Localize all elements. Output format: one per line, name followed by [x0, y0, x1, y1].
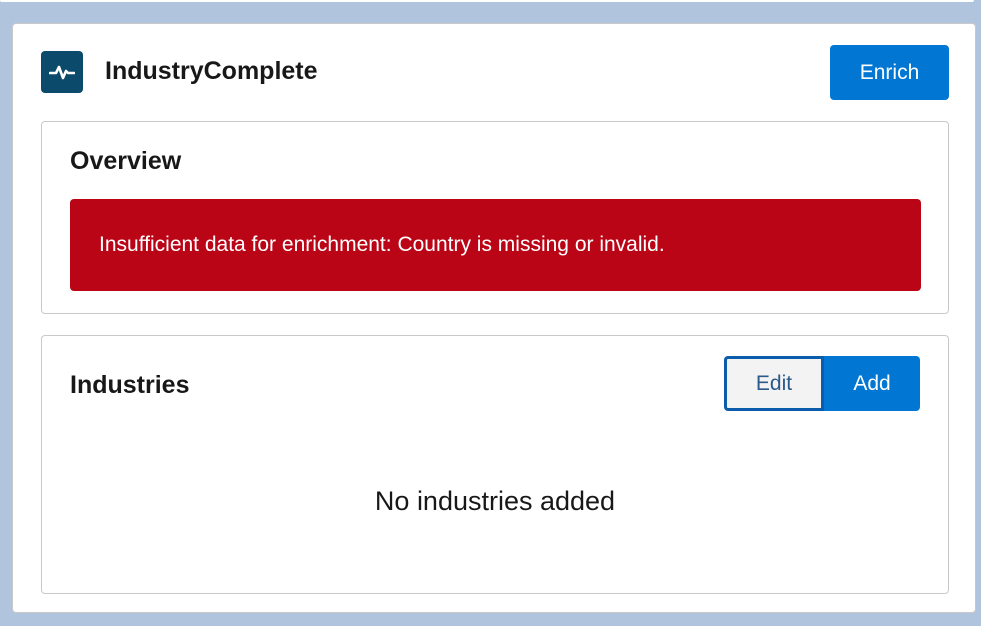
enrich-button[interactable]: Enrich: [830, 45, 949, 100]
card-title: IndustryComplete: [105, 57, 318, 85]
add-button[interactable]: Add: [824, 356, 920, 411]
overview-title: Overview: [70, 147, 182, 175]
industries-button-group: Edit Add: [724, 356, 920, 411]
empty-state-message: No industries added: [374, 486, 616, 516]
previous-card-edge: [0, 0, 974, 2]
industry-complete-card: IndustryComplete Enrich Overview Insuffi…: [12, 23, 976, 613]
activity-pulse-icon: [41, 51, 83, 93]
edit-button[interactable]: Edit: [724, 356, 824, 411]
error-message: Insufficient data for enrichment: Countr…: [99, 233, 665, 256]
industries-title: Industries: [70, 371, 190, 399]
overview-section: Overview Insufficient data for enrichmen…: [41, 121, 949, 314]
industries-section: Industries Edit Add No industries added: [41, 335, 949, 594]
error-alert: Insufficient data for enrichment: Countr…: [70, 199, 921, 291]
